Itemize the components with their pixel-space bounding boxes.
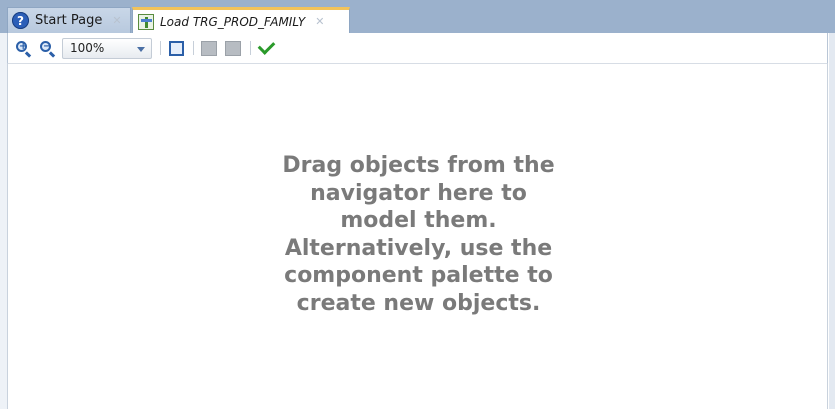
hint-line: Drag objects from the (282, 153, 555, 178)
empty-canvas-hint: Drag objects from the navigator here to … (8, 152, 829, 317)
toolbar-separator (193, 41, 194, 55)
editor-tab-bar: ? Start Page ✕ Load TRG_PROD_FAMILY ✕ (0, 0, 835, 33)
hint-line: navigator here to (310, 180, 527, 206)
fit-to-window-icon[interactable] (167, 39, 185, 57)
close-icon[interactable]: ✕ (112, 14, 121, 27)
diagram-toolbar: + − 100% (7, 33, 828, 64)
right-panel-edge (829, 33, 835, 409)
hint-line: Alternatively, use the (284, 235, 553, 261)
tab-start-page[interactable]: ? Start Page ✕ (7, 7, 131, 33)
mapping-icon (138, 13, 154, 30)
toolbar-separator (250, 41, 251, 55)
hint-line: create new objects. (296, 290, 541, 316)
hint-line: model them. (340, 208, 497, 233)
tab-load-trg-prod-family[interactable]: Load TRG_PROD_FAMILY ✕ (132, 7, 350, 33)
hint-line: component palette to (284, 263, 553, 288)
disabled-action-icon (200, 39, 218, 57)
tab-label: Start Page (35, 13, 103, 28)
chevron-down-icon (137, 46, 145, 52)
zoom-level-select[interactable]: 100% (62, 37, 152, 59)
tab-label: Load TRG_PROD_FAMILY (160, 14, 306, 29)
toolbar-separator (160, 41, 161, 55)
help-icon: ? (12, 12, 29, 29)
disabled-action-icon (224, 39, 242, 57)
checkmark-icon[interactable] (257, 37, 275, 57)
zoom-in-icon[interactable]: + (14, 39, 32, 57)
mapping-canvas[interactable]: Drag objects from the navigator here to … (7, 64, 828, 409)
close-icon[interactable]: ✕ (315, 15, 324, 28)
zoom-value: 100% (70, 41, 105, 55)
zoom-out-icon[interactable]: − (38, 39, 56, 57)
left-panel-edge (0, 33, 7, 409)
